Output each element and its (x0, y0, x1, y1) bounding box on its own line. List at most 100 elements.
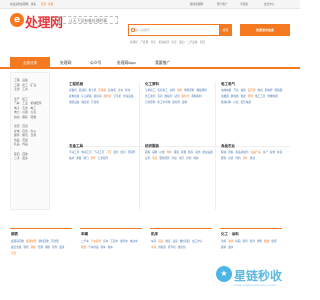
search-button[interactable]: 搜索 (219, 24, 232, 36)
section-title[interactable]: 五金工具 (69, 144, 83, 149)
hot-keyword[interactable]: 积压 (200, 40, 205, 44)
login-link[interactable]: 登录 (41, 3, 46, 6)
section-link[interactable]: 电工工具 (255, 94, 265, 100)
category-item[interactable]: 汽车 · 工业 · 机械配件 (14, 101, 46, 106)
section-title[interactable]: 电工电气 (221, 82, 235, 87)
card-link[interactable]: 橡胶 (264, 239, 269, 245)
card-title[interactable]: 机床 (151, 232, 158, 237)
card-title[interactable]: 化工 · 涂料 (221, 232, 239, 237)
logo-icon[interactable]: e (10, 13, 24, 27)
card-link[interactable]: 钢管 (23, 245, 28, 251)
card-link[interactable]: 加工中心 (192, 239, 202, 245)
section-link[interactable]: 纺织设备 (203, 150, 213, 156)
category-item[interactable]: 五金 · 工具 (14, 87, 46, 92)
section-link[interactable]: 低压电器 (241, 100, 251, 106)
logo-name[interactable]: 处理网 (25, 12, 63, 31)
section-link[interactable]: 空压机 (113, 94, 121, 100)
section-link[interactable]: 化工中间体 (157, 100, 170, 106)
nav-item-wechat[interactable]: 公众号 (90, 57, 101, 69)
nav-item-home[interactable]: 处理网 (60, 57, 71, 69)
section-link[interactable]: 日化原料 (145, 100, 155, 106)
hot-keyword[interactable]: 产处理 (140, 40, 148, 44)
section-link[interactable]: 管件 (91, 156, 96, 162)
card-link[interactable]: 钢筋 (45, 245, 50, 251)
card-link[interactable]: 化肥 (271, 239, 276, 245)
section-title[interactable]: 食品农业 (221, 144, 235, 149)
topbar-link-promo[interactable]: 帮广推广 (217, 3, 227, 6)
card-link[interactable]: 废铁 (59, 245, 64, 251)
card-link[interactable]: 塑料 (257, 239, 262, 245)
section-link[interactable]: 搅拌机 (104, 94, 112, 100)
card-link[interactable]: 剪板机 (158, 245, 166, 251)
card-link[interactable]: 客车 (101, 245, 106, 251)
section-link[interactable]: 畜牧 (270, 150, 275, 156)
section-link[interactable]: 铲运机 (91, 100, 99, 106)
card-link[interactable]: 摩托车 (120, 239, 128, 245)
hot-keyword[interactable]: 机械处理 (159, 40, 169, 44)
hot-keyword[interactable]: 仓库 (151, 40, 156, 44)
card-title[interactable]: 钢铁 (11, 232, 18, 237)
section-link[interactable]: 水产 (263, 150, 268, 156)
card-link[interactable]: 电动车 (130, 239, 138, 245)
section-link[interactable]: 五金配件 (98, 156, 108, 162)
topbar-link-my[interactable]: 我的处理网 (190, 3, 203, 6)
topbar-link-mobile[interactable]: 手机版 (240, 3, 248, 6)
card-link[interactable]: 型钢 (38, 245, 43, 251)
section-link[interactable]: 钢筋设备 (69, 100, 79, 106)
all-categories-button[interactable]: 全部分类 (10, 57, 50, 69)
category-item[interactable]: 礼品 · 饰品 (14, 142, 46, 147)
card-link[interactable]: 合金 (11, 251, 16, 257)
nav-item-promo[interactable]: 我要推广 (155, 57, 170, 69)
section-link[interactable]: 果蔬 (250, 156, 255, 162)
card-link[interactable]: 胶水 (228, 245, 233, 251)
section-link[interactable]: 农机 (228, 156, 233, 162)
register-link[interactable]: 注册 (48, 3, 53, 6)
card-link[interactable]: 钢板 (31, 245, 36, 251)
card-link[interactable]: 冲床 (151, 245, 156, 251)
section-link[interactable]: 防爆电器 (267, 94, 277, 100)
section-link[interactable]: 棉纺 (193, 156, 198, 162)
hot-keyword[interactable]: 库存 (172, 40, 177, 44)
card-link[interactable]: 折弯机 (168, 245, 176, 251)
card-link[interactable]: 轮胎 (81, 245, 86, 251)
nav-item-app[interactable]: 处理网App (117, 57, 136, 69)
card-link[interactable]: 颜料 (221, 245, 226, 251)
section-link[interactable]: 紧固件 (128, 150, 136, 156)
section-link[interactable]: 香精香料 (191, 94, 201, 100)
section-link[interactable]: 服饰配件 (159, 156, 169, 162)
section-link[interactable]: 仪表 (233, 100, 238, 106)
section-link[interactable]: 丝绸 (186, 156, 191, 162)
card-link[interactable]: 拖车 (108, 245, 113, 251)
search-input[interactable]: 输入关键字 (128, 24, 220, 36)
section-title[interactable]: 纺织服装 (145, 144, 159, 149)
hot-keyword[interactable]: 处理机 (130, 40, 138, 44)
section-link[interactable]: 绝缘材料 (221, 100, 231, 106)
section-link[interactable]: 化纤 (179, 156, 184, 162)
section-link[interactable]: 弹簧 (76, 156, 81, 162)
section-link[interactable]: 输送机 (81, 100, 89, 106)
section-title[interactable]: 工程机械 (69, 82, 83, 87)
card-link[interactable]: 铸件 (52, 245, 57, 251)
section-title[interactable]: 化工原料 (145, 82, 159, 87)
free-publish-button[interactable]: 免费发布信息 (240, 24, 290, 36)
section-link[interactable]: 颜料 (182, 100, 187, 106)
card-link[interactable]: 助剂 (250, 239, 255, 245)
section-link[interactable]: 阀门 (83, 156, 88, 162)
section-link[interactable]: 焊接设备 (123, 94, 133, 100)
section-link[interactable]: 饲料 (235, 156, 240, 162)
section-link[interactable]: 茶叶 (243, 156, 248, 162)
section-link[interactable]: 催化剂 (172, 100, 180, 106)
card-title[interactable]: 车辆 (81, 232, 88, 237)
hot-keyword[interactable]: 废旧 (179, 40, 184, 44)
section-link[interactable]: 轴承 (69, 156, 74, 162)
section-link[interactable]: 肥料 (221, 156, 226, 162)
section-link[interactable]: 磨具 (121, 150, 126, 156)
card-link[interactable]: 汽车用品 (88, 245, 98, 251)
section-link[interactable]: 皮革 (145, 156, 150, 162)
topbar-link-member[interactable]: 会员中心 (264, 3, 274, 6)
hot-keyword[interactable]: 二手设备 (187, 40, 197, 44)
card-link[interactable]: 线切割 (178, 245, 186, 251)
category-item[interactable]: 二手 · 更多 (14, 156, 46, 161)
card-link[interactable]: 树脂 (235, 239, 240, 245)
category-item[interactable]: 纺织 · 服装 · 鞋帽 (14, 115, 46, 120)
